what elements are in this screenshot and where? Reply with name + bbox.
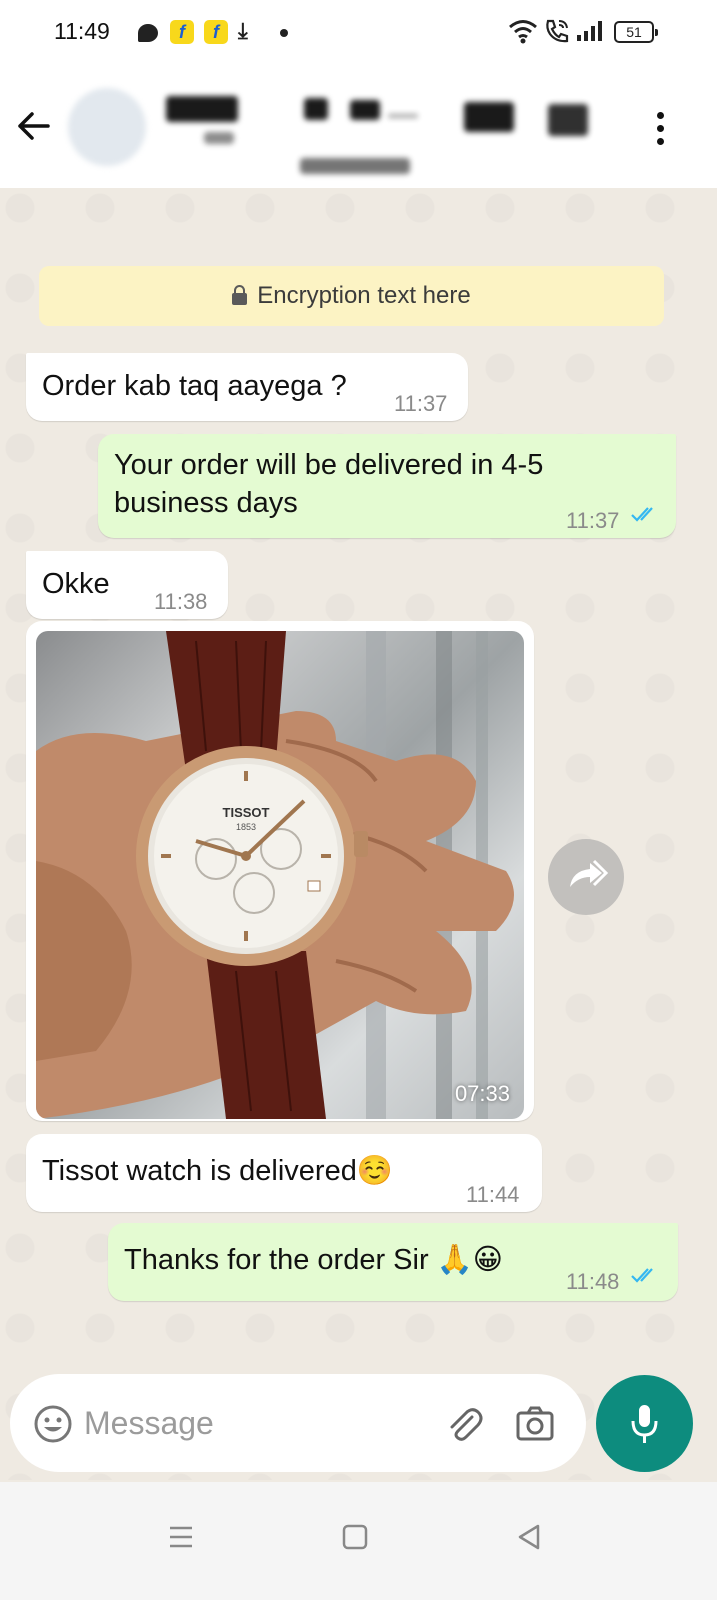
download-icon: ⤓ [238, 18, 248, 43]
microphone-icon [631, 1405, 658, 1443]
message-incoming[interactable]: Okke 11:38 [26, 551, 228, 619]
redacted-contact-status [300, 158, 410, 174]
voice-message-button[interactable] [596, 1375, 693, 1472]
redacted-contact-name [388, 114, 418, 118]
lock-icon [232, 285, 248, 305]
message-input[interactable] [84, 1398, 424, 1448]
home-icon[interactable] [330, 1512, 380, 1562]
redacted-contact-name [304, 98, 328, 120]
back-nav-icon[interactable] [504, 1512, 554, 1562]
image-time: 07:33 [454, 1081, 510, 1106]
camera-icon[interactable] [514, 1403, 556, 1445]
battery-icon: 51 [614, 21, 658, 43]
wifi-calling-icon [546, 19, 569, 43]
read-ticks-icon [631, 1268, 653, 1283]
watch-brand-text: TISSOT [223, 805, 270, 820]
attach-icon[interactable] [442, 1403, 484, 1445]
message-time: 11:38 [154, 589, 208, 614]
redacted-contact-name [204, 132, 234, 144]
signal-icon [577, 21, 602, 41]
status-bar: 11:49 f f ⤓ 51 [0, 0, 717, 64]
dot-icon [280, 29, 288, 37]
message-incoming[interactable]: Order kab taq aayega ? 11:37 [26, 353, 468, 421]
message-outgoing[interactable]: Your order will be delivered in 4-5 busi… [98, 434, 676, 538]
encryption-text: Encryption text here [257, 282, 471, 309]
message-time: 11:37 [394, 391, 448, 416]
message-incoming[interactable]: Tissot watch is delivered☺️ 11:44 [26, 1134, 542, 1212]
chat-header [0, 64, 717, 188]
chat-area[interactable]: Encryption text here Order kab taq aayeg… [0, 188, 717, 1480]
back-arrow-icon[interactable] [14, 106, 54, 146]
more-vertical-icon[interactable] [648, 108, 672, 148]
system-nav-bar [0, 1482, 717, 1600]
emoji-icon[interactable] [32, 1403, 74, 1445]
message-text-line: business days [114, 487, 298, 519]
forward-icon [570, 859, 609, 887]
message-text: Thanks for the order Sir 🙏😀 [124, 1244, 504, 1276]
message-outgoing[interactable]: Thanks for the order Sir 🙏😀 11:48 [108, 1223, 678, 1301]
watch-year-text: 1853 [236, 822, 256, 832]
flipkart-icon: f [170, 20, 194, 44]
message-time: 11:48 [566, 1269, 620, 1294]
message-text: Tissot watch is delivered☺️ [42, 1155, 393, 1187]
message-text: Okke [42, 568, 110, 600]
redacted-contact-name [350, 100, 380, 120]
message-text: Order kab taq aayega ? [42, 370, 347, 402]
chat-notification-icon [138, 24, 158, 42]
read-ticks-icon [631, 507, 653, 522]
redacted-video-call-icon[interactable] [464, 102, 514, 132]
message-image[interactable]: TISSOT 1853 07:33 [26, 621, 534, 1121]
redacted-contact-name [166, 96, 238, 122]
message-composer [10, 1374, 586, 1472]
avatar[interactable] [68, 88, 146, 166]
flipkart-icon: f [204, 20, 228, 44]
watch-image: TISSOT 1853 [36, 631, 514, 1119]
encryption-notice[interactable]: Encryption text here [39, 266, 664, 326]
redacted-voice-call-icon[interactable] [548, 104, 588, 136]
message-time: 11:44 [466, 1182, 520, 1207]
forward-button[interactable] [548, 839, 624, 915]
wifi-icon [509, 20, 537, 44]
status-time: 11:49 [54, 18, 110, 44]
message-text-line: Your order will be delivered in 4-5 [114, 449, 544, 481]
recents-menu-icon[interactable] [156, 1512, 206, 1562]
watch-photo[interactable]: TISSOT 1853 07:33 [36, 631, 524, 1119]
message-time: 11:37 [566, 508, 620, 533]
